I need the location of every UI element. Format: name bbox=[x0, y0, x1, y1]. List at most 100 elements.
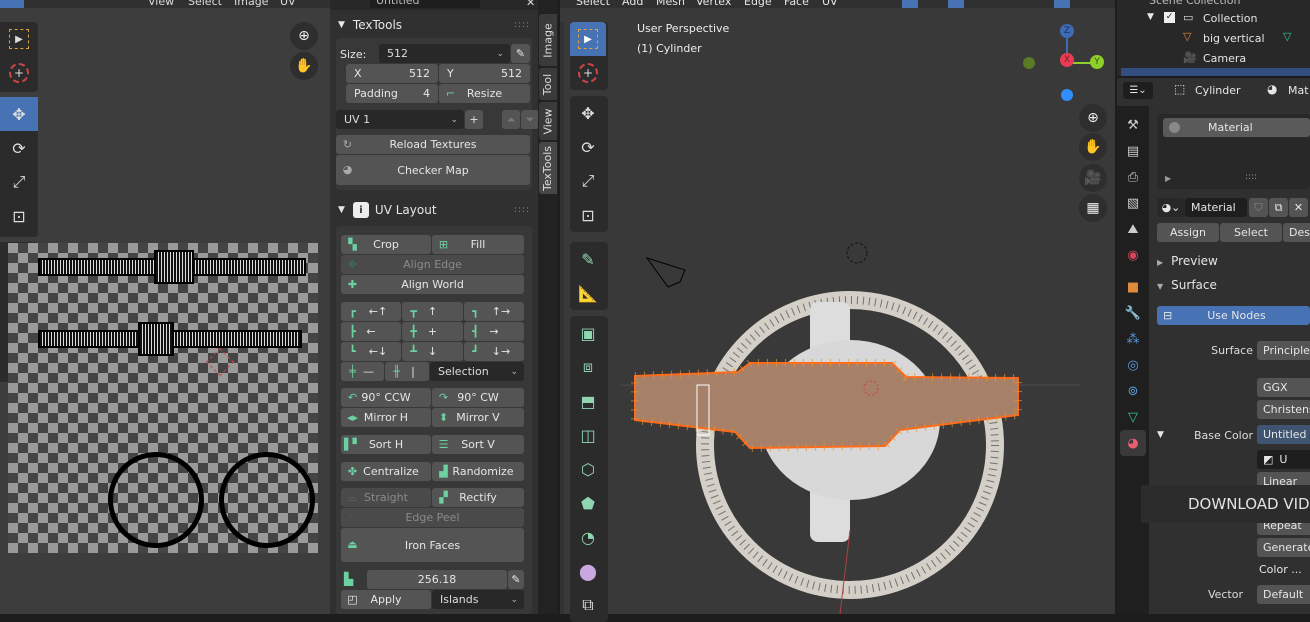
uv-editor[interactable]: View Select Image UV ▶ + ✥ ⟳ ⤢ ⊡ ✎ ✋ ☝ ☜… bbox=[0, 0, 330, 614]
align-bottom-button[interactable]: ┻ ↓ bbox=[402, 342, 463, 361]
tab-image[interactable]: Image bbox=[539, 14, 557, 66]
resize-grip-icon[interactable]: :::: bbox=[1245, 172, 1257, 182]
menu-view[interactable]: View bbox=[148, 0, 174, 8]
align-right-button[interactable]: ┫ → bbox=[464, 322, 524, 341]
menu-image[interactable]: Image bbox=[234, 0, 268, 8]
mirror-h-button[interactable]: ◂▸ Mirror H bbox=[341, 408, 431, 427]
randomize-button[interactable]: ▟ Randomize bbox=[432, 462, 524, 481]
tab-object-icon[interactable]: ■ bbox=[1120, 274, 1146, 300]
close-icon[interactable]: ✕ bbox=[526, 0, 535, 9]
menu-mesh[interactable]: Mesh bbox=[656, 0, 685, 8]
tab-material-icon[interactable]: ◕ bbox=[1120, 430, 1146, 456]
tab-world-icon[interactable]: ◉ bbox=[1120, 242, 1146, 268]
move-up-icon[interactable]: ⏶ bbox=[502, 110, 520, 129]
duplicate-icon[interactable]: ⧉ bbox=[1269, 198, 1288, 217]
tab-view[interactable]: View bbox=[539, 102, 557, 140]
tab-render-icon[interactable]: ▤ bbox=[1120, 138, 1146, 164]
expand-triangle-icon[interactable]: ▶ bbox=[1165, 174, 1171, 183]
proportional-toggle[interactable] bbox=[948, 0, 964, 8]
crop-button[interactable]: ▚ Crop bbox=[341, 235, 431, 254]
knife-tool[interactable]: ⬡ bbox=[570, 452, 606, 486]
vector-dropdown[interactable]: Default bbox=[1257, 585, 1310, 604]
tab-output-icon[interactable]: ⎙ bbox=[1120, 164, 1146, 190]
align-center-button[interactable]: ╋ + bbox=[402, 322, 463, 341]
menu-select[interactable]: Select bbox=[576, 0, 610, 8]
menu-add[interactable]: Add bbox=[622, 0, 643, 8]
x-size-field[interactable]: X 512 bbox=[346, 64, 438, 83]
align-top-button[interactable]: ┳ ↑ bbox=[402, 302, 463, 321]
breadcrumb-object[interactable]: Cylinder bbox=[1195, 84, 1241, 97]
distribution-dropdown[interactable]: GGX bbox=[1257, 378, 1310, 397]
size-dropdown[interactable]: 512 ⌄ bbox=[379, 44, 510, 63]
sort-h-button[interactable]: ▌▘ Sort H bbox=[341, 435, 431, 454]
align-mode-dropdown[interactable]: Selection ⌄ bbox=[430, 362, 524, 381]
deselect-button[interactable]: Des bbox=[1283, 223, 1310, 242]
tab-modifier-icon[interactable]: 🔧 bbox=[1120, 300, 1146, 326]
eyedropper-icon[interactable]: ✎ bbox=[508, 570, 524, 589]
align-bottom-right-button[interactable]: ┛ ↓→ bbox=[464, 342, 524, 361]
texel-density-field[interactable]: 256.18 bbox=[367, 570, 507, 589]
menu-uv[interactable]: UV bbox=[822, 0, 838, 8]
scene-collection[interactable]: Scene Collection bbox=[1149, 0, 1240, 7]
image-selector[interactable]: ◩ U bbox=[1257, 450, 1310, 469]
neg-z-axis-icon[interactable] bbox=[1061, 89, 1073, 101]
transform-tool[interactable]: ⊡ bbox=[570, 198, 606, 232]
select-box-tool[interactable]: ▶ bbox=[570, 22, 606, 56]
tab-tool-icon[interactable]: ⚒ bbox=[1120, 112, 1146, 138]
poly-build-tool[interactable]: ⬟ bbox=[570, 486, 606, 520]
info-icon[interactable]: i bbox=[352, 202, 369, 218]
menu-vertex[interactable]: Vertex bbox=[696, 0, 731, 8]
cursor-tool[interactable]: + bbox=[570, 56, 606, 90]
align-bottom-left-button[interactable]: ┗ ←↓ bbox=[341, 342, 401, 361]
source-dropdown[interactable]: Generate bbox=[1257, 538, 1310, 557]
add-uv-button[interactable]: + bbox=[465, 110, 483, 129]
y-size-field[interactable]: Y 512 bbox=[439, 64, 530, 83]
base-color-texture-field[interactable]: Untitled bbox=[1257, 425, 1310, 444]
align-left-button[interactable]: ┣ ← bbox=[341, 322, 401, 341]
breadcrumb-material[interactable]: Mat bbox=[1288, 84, 1309, 97]
move-tool[interactable]: ✥ bbox=[0, 97, 38, 131]
drag-grip-icon[interactable]: :::: bbox=[514, 20, 530, 30]
move-tool[interactable]: ✥ bbox=[570, 96, 606, 130]
editor-type-dropdown[interactable]: ☰⌄ bbox=[1123, 82, 1153, 99]
mirror-v-button[interactable]: ⬍ Mirror V bbox=[432, 408, 524, 427]
material-slot[interactable]: Material bbox=[1163, 118, 1310, 137]
zoom-icon[interactable]: ⊕ bbox=[1079, 104, 1107, 132]
assign-button[interactable]: Assign bbox=[1157, 223, 1219, 242]
material-name-field[interactable]: Material bbox=[1185, 198, 1247, 217]
align-top-left-button[interactable]: ┏ ←↑ bbox=[341, 302, 401, 321]
select-box-tool[interactable]: ▶ bbox=[0, 22, 38, 56]
rotate-tool[interactable]: ⟳ bbox=[570, 130, 606, 164]
sort-v-button[interactable]: ☰ Sort V bbox=[432, 435, 524, 454]
tab-physics-icon[interactable]: ◎ bbox=[1120, 352, 1146, 378]
uv-island-block[interactable] bbox=[154, 250, 194, 284]
align-vertical-button[interactable]: ╫ | bbox=[385, 362, 429, 381]
scale-tool[interactable]: ⤢ bbox=[0, 165, 38, 199]
unlink-icon[interactable]: ✕ bbox=[1289, 198, 1308, 217]
tab-constraints-icon[interactable]: ⊚ bbox=[1120, 378, 1146, 404]
3d-viewport[interactable]: Select Add Mesh Vertex Edge Face UV ▶ + … bbox=[560, 0, 1115, 622]
menu-edge[interactable]: Edge bbox=[744, 0, 772, 8]
snap-toggle[interactable] bbox=[902, 0, 918, 8]
align-horizontal-button[interactable]: ╪ — bbox=[341, 362, 384, 381]
scale-tool[interactable]: ⤢ bbox=[570, 164, 606, 198]
outliner-item-collection[interactable]: Collection bbox=[1203, 12, 1257, 25]
pan-hand-icon[interactable]: ✋ bbox=[1079, 133, 1107, 161]
apply-button[interactable]: ◰ Apply bbox=[341, 590, 431, 609]
bevel-tool[interactable]: ⬒ bbox=[570, 384, 606, 418]
uv-layout-panel-header[interactable]: ▼ i UV Layout :::: bbox=[330, 199, 538, 221]
rotate-tool[interactable]: ⟳ bbox=[0, 131, 38, 165]
iron-faces-button[interactable]: ⏏ Iron Faces bbox=[341, 528, 524, 562]
z-axis-icon[interactable]: Z bbox=[1060, 24, 1074, 38]
preview-section[interactable]: ▶ Preview bbox=[1157, 254, 1218, 268]
padding-field[interactable]: Padding 4 bbox=[346, 84, 438, 103]
move-down-icon[interactable]: ⏷ bbox=[521, 110, 539, 129]
y-axis-icon[interactable]: Y bbox=[1090, 55, 1104, 69]
ortho-grid-icon[interactable]: ▦ bbox=[1079, 194, 1107, 222]
uv-island-ring[interactable] bbox=[108, 452, 204, 548]
subsurface-method-dropdown[interactable]: Christens bbox=[1257, 400, 1310, 419]
tab-data-icon[interactable]: ▽ bbox=[1120, 404, 1146, 430]
pan-hand-icon[interactable]: ✋ bbox=[290, 52, 318, 80]
outliner-item-cylinder-selected[interactable] bbox=[1121, 68, 1310, 76]
shear-tool[interactable]: ⧉ bbox=[570, 588, 606, 622]
